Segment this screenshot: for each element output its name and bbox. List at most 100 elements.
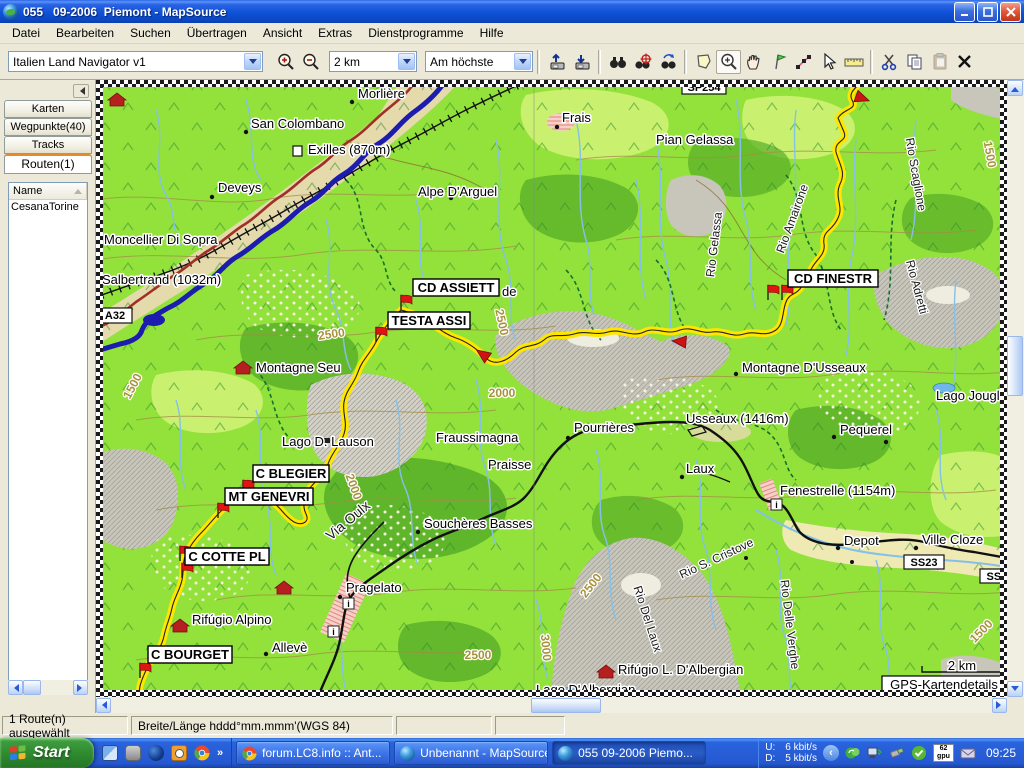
task-label: forum.LC8.info :: Ant... [262,746,381,760]
chrome-icon[interactable] [194,745,210,761]
clock-app-icon[interactable] [171,745,187,761]
gps-map-details-label: GPS-Kartendetails [890,677,998,692]
magnifier-plus-icon [719,52,739,72]
selection-tool-button[interactable] [816,50,841,74]
route-list-item[interactable]: CesanaTorine [9,200,87,214]
menu-suchen[interactable]: Suchen [122,24,179,42]
menu-bearbeiten[interactable]: Bearbeiten [48,24,122,42]
find-next-button[interactable] [655,50,680,74]
start-button[interactable]: Start [0,738,94,768]
pan-tool-button[interactable] [741,50,766,74]
scroll-up-button[interactable] [1007,80,1023,96]
menu-hilfe[interactable]: Hilfe [472,24,512,42]
maximize-button[interactable] [977,2,998,22]
svg-text:Deveys: Deveys [218,180,262,195]
dropdown-arrow-icon[interactable] [398,53,415,70]
ruler-icon [843,52,865,72]
map-horizontal-scrollbar[interactable] [96,697,1007,713]
zoom-in-icon [276,52,296,72]
collapse-arrow-icon [76,87,85,95]
map-vertical-scrollbar[interactable] [1007,80,1024,697]
scroll-thumb[interactable] [531,698,601,713]
route-tool-button[interactable] [791,50,816,74]
task-button-mapsource-unbenannt[interactable]: Unbenannt - MapSource [394,741,548,765]
mapsource-globe-icon [558,746,573,761]
title-bar[interactable]: 055 09-2006 Piemont - MapSource [0,0,1024,23]
menu-datei[interactable]: Datei [4,24,48,42]
tab-wegpunkte[interactable]: Wegpunkte(40) [4,118,92,136]
scroll-left-button[interactable] [8,680,23,695]
scroll-left-button[interactable] [96,698,111,713]
find-button[interactable] [605,50,630,74]
map-scale-select[interactable]: 2 km [329,51,417,72]
network-monitor-icon[interactable] [867,745,883,761]
zoom-in-button[interactable] [273,50,298,74]
gpu-meter-badge[interactable]: 62gpu [933,744,954,762]
window-title: 055 09-2006 Piemont - MapSource [23,5,226,19]
close-button[interactable] [1000,2,1021,22]
windows-flag-icon [8,743,28,763]
minimize-button[interactable] [954,2,975,22]
sidebar: Karten Wegpunkte(40) Tracks Routen(1) Na… [0,80,96,713]
dropdown-arrow-icon[interactable] [514,53,531,70]
tab-routen[interactable]: Routen(1) [4,154,92,174]
routes-list[interactable]: Name CesanaTorine [8,182,88,688]
measure-tool-button[interactable] [841,50,866,74]
status-field-empty [396,716,492,735]
copy-button[interactable] [902,50,927,74]
svg-text:Moncellier Di Sopra: Moncellier Di Sopra [104,232,218,247]
globe-icon[interactable] [148,745,164,761]
sidebar-collapse-button[interactable] [73,84,89,98]
svg-text:Lago D. Lauson: Lago D. Lauson [282,434,374,449]
usb-device-icon[interactable] [889,745,905,761]
task-button-mapsource-piemont[interactable]: 055 09-2006 Piemo... [552,741,706,765]
map-product-select[interactable]: Italien Land Navigator v1 [8,51,263,72]
quick-launch-bar: » [94,738,232,768]
waypoint-tool-button[interactable] [766,50,791,74]
menu-ansicht[interactable]: Ansicht [255,24,310,42]
delete-button[interactable] [952,50,977,74]
scroll-down-button[interactable] [1007,681,1023,697]
zoom-tool-button[interactable] [716,50,741,74]
svg-text:Fraussimagna: Fraussimagna [436,430,519,445]
map-detail-select[interactable]: Am höchste [425,51,533,72]
scroll-thumb[interactable] [1007,336,1023,396]
svg-text:2500: 2500 [465,648,492,662]
scroll-right-button[interactable] [73,680,88,695]
mail-icon[interactable] [960,745,976,761]
svg-text:Pequerel: Pequerel [840,422,892,437]
svg-text:Usseaux (1416m): Usseaux (1416m) [686,411,789,426]
antivirus-icon[interactable] [845,745,861,761]
upload-gps-icon [547,52,567,72]
tray-collapse-chevron-icon[interactable]: ‹ [823,745,839,761]
zoom-out-button[interactable] [298,50,323,74]
menu-dienstprogramme[interactable]: Dienstprogramme [360,24,471,42]
messenger-icon[interactable] [102,745,118,761]
list-header[interactable]: Name [9,183,87,200]
route-points-icon [794,52,814,72]
tab-tracks[interactable]: Tracks [4,136,92,154]
map-canvas[interactable]: i i i 1500 2500 2500 2000 2000 2500 3000 [96,80,1007,697]
sidebar-horizontal-scrollbar[interactable] [8,680,88,695]
svg-text:CD ASSIETT: CD ASSIETT [418,280,495,295]
scroll-thumb[interactable] [23,680,41,695]
task-button-browser[interactable]: forum.LC8.info :: Ant... [236,741,390,765]
receive-from-device-button[interactable] [569,50,594,74]
paste-button[interactable] [927,50,952,74]
menu-uebertragen[interactable]: Übertragen [179,24,255,42]
update-check-icon[interactable] [911,745,927,761]
tab-karten[interactable]: Karten [4,100,92,118]
dropdown-arrow-icon[interactable] [244,53,261,70]
scroll-right-button[interactable] [992,698,1007,713]
download-speed: 5 kbit/s [785,753,817,764]
map-select-tool-button[interactable] [691,50,716,74]
menu-extras[interactable]: Extras [310,24,360,42]
svg-text:Montagne D'Usseaux: Montagne D'Usseaux [742,360,866,375]
svg-text:C BLEGIER: C BLEGIER [256,466,327,481]
cut-button[interactable] [877,50,902,74]
svg-text:Exilles (870m): Exilles (870m) [308,142,390,157]
send-to-device-button[interactable] [544,50,569,74]
gray-app-icon[interactable] [125,745,141,761]
find-nearest-button[interactable] [630,50,655,74]
quick-launch-more-chevron[interactable]: » [217,747,223,759]
